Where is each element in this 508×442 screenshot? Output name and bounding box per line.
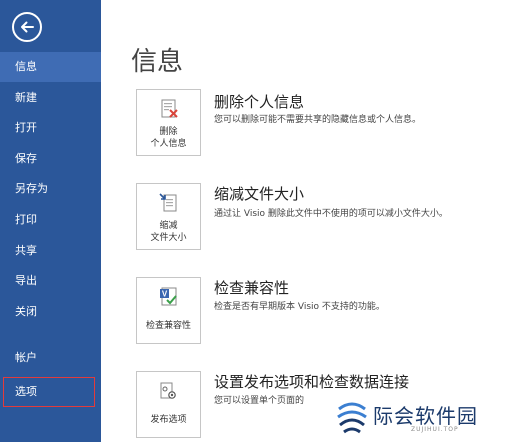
- nav-print[interactable]: 打印: [0, 205, 101, 235]
- card-label: 发布选项: [150, 415, 187, 425]
- svg-text:V: V: [162, 290, 168, 299]
- card-label-line1: 删除: [159, 127, 178, 137]
- nav-info[interactable]: 信息: [0, 52, 101, 82]
- card-label-line1: 缩减: [159, 221, 178, 231]
- remove-personal-info-button[interactable]: 删除 个人信息: [136, 89, 201, 156]
- page-title: 信息: [131, 47, 184, 77]
- watermark-subtext: ZUJIHUI.TOP: [411, 426, 459, 433]
- reduce-size-icon: [159, 193, 177, 212]
- publish-options-icon: [160, 382, 176, 399]
- watermark: 际会软件园 ZUJIHUI.TOP: [333, 398, 508, 442]
- section-description: 检查是否有早期版本 Visio 不支持的功能。: [214, 302, 385, 312]
- section-title: 缩减文件大小: [214, 185, 305, 203]
- publish-options-button[interactable]: 发布选项: [136, 371, 201, 438]
- reduce-file-size-button[interactable]: 缩减 文件大小: [136, 183, 201, 250]
- nav-close[interactable]: 关闭: [0, 297, 101, 327]
- card-label: 检查兼容性: [145, 321, 191, 331]
- section-description: 通过让 Visio 删除此文件中不使用的项可以减小文件大小。: [214, 209, 448, 219]
- nav-save[interactable]: 保存: [0, 144, 101, 174]
- watermark-logo-icon: [337, 402, 367, 434]
- check-compat-icon: V: [160, 287, 177, 306]
- nav-account[interactable]: 帐户: [0, 343, 101, 373]
- nav-save-as[interactable]: 另存为: [0, 174, 101, 204]
- nav-export[interactable]: 导出: [0, 266, 101, 296]
- section-title: 设置发布选项和检查数据连接: [214, 373, 410, 391]
- back-button[interactable]: [12, 12, 42, 42]
- nav-share[interactable]: 共享: [0, 236, 101, 266]
- nav-new[interactable]: 新建: [0, 83, 101, 113]
- card-label-line2: 文件大小: [150, 233, 187, 243]
- section-description: 您可以设置单个页面的: [214, 396, 305, 406]
- check-compatibility-button[interactable]: V 检查兼容性: [136, 277, 201, 344]
- nav-open[interactable]: 打开: [0, 113, 101, 143]
- nav-options[interactable]: 选项: [3, 377, 95, 407]
- backstage-sidebar: 信息 新建 打开 保存 另存为 打印 共享 导出 关闭 帐户 选项: [0, 0, 101, 442]
- section-title: 删除个人信息: [214, 93, 305, 111]
- section-description: 您可以删除可能不需要共享的隐藏信息或个人信息。: [214, 115, 422, 125]
- back-arrow-icon: [21, 21, 34, 33]
- remove-info-icon: [161, 99, 178, 118]
- watermark-text: 际会软件园: [373, 404, 478, 428]
- card-label-line2: 个人信息: [150, 139, 187, 149]
- section-title: 检查兼容性: [214, 279, 290, 297]
